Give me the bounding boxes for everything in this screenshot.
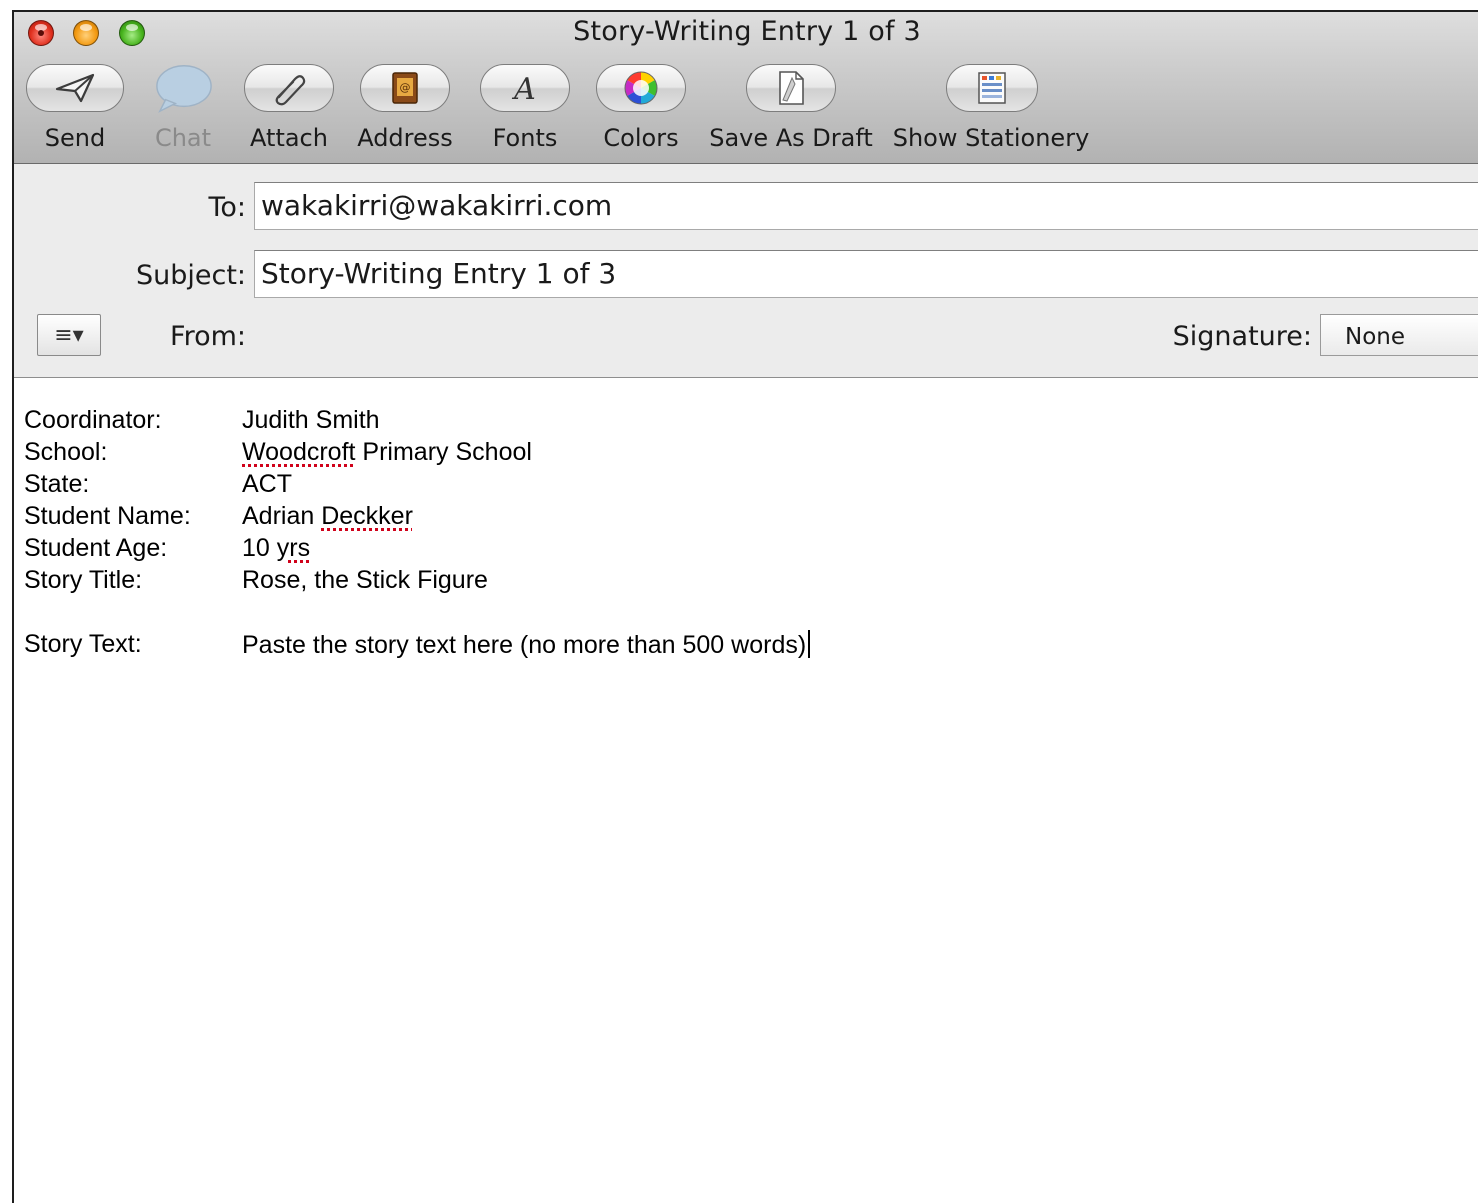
misspelled-word[interactable]: Woodcroft <box>242 438 355 466</box>
from-label: From: <box>170 321 246 352</box>
signature-value: None <box>1345 324 1406 350</box>
misspelled-word[interactable]: yrs <box>277 534 310 562</box>
subject-label: Subject: <box>135 260 246 291</box>
fonts-label: Fonts <box>492 124 558 152</box>
school-rest: Primary School <box>355 438 532 466</box>
story-text-label: Story Text: <box>24 630 142 658</box>
coordinator-label: Coordinator: <box>24 406 162 434</box>
save-as-draft-label: Save As Draft <box>709 124 873 152</box>
save-as-draft-pill[interactable] <box>746 64 836 112</box>
student-age-value: 10 yrs <box>242 534 310 563</box>
fonts-pill[interactable]: A <box>480 64 570 112</box>
colors-pill[interactable] <box>596 64 686 112</box>
address-label: Address <box>357 124 453 152</box>
student-age-label: Student Age: <box>24 534 168 562</box>
state-label: State: <box>24 470 90 498</box>
header-options-glyph: ≡▾ <box>54 322 84 348</box>
message-body[interactable]: Coordinator: Judith Smith School: Woodcr… <box>14 378 1478 1203</box>
font-letter-icon: A <box>511 72 536 105</box>
to-value: wakakirri@wakakirri.com <box>261 189 613 222</box>
attach-button[interactable]: Attach <box>242 64 336 154</box>
address-book-icon: @ <box>392 72 418 104</box>
school-value: Woodcroft Primary School <box>242 438 532 467</box>
subject-field[interactable]: Story-Writing Entry 1 of 3 <box>254 250 1478 298</box>
student-name-label: Student Name: <box>24 502 191 530</box>
misspelled-word[interactable]: Deckker <box>321 502 413 530</box>
student-first-name: Adrian <box>242 502 322 530</box>
colors-button[interactable]: Colors <box>594 64 688 154</box>
show-stationery-button[interactable]: Show Stationery <box>892 64 1090 154</box>
attach-pill[interactable] <box>244 64 334 112</box>
signature-label: Signature: <box>1172 321 1312 352</box>
save-as-draft-button[interactable]: Save As Draft <box>708 64 874 154</box>
title-toolbar-area: Story-Writing Entry 1 of 3 Send Chat Att… <box>14 12 1478 164</box>
compose-window: Story-Writing Entry 1 of 3 Send Chat Att… <box>12 10 1478 1203</box>
paperclip-icon <box>275 75 306 106</box>
to-field[interactable]: wakakirri@wakakirri.com <box>254 182 1478 230</box>
show-stationery-pill[interactable] <box>946 64 1038 112</box>
fonts-button[interactable]: A Fonts <box>478 64 572 154</box>
school-label: School: <box>24 438 108 466</box>
draft-document-icon <box>779 71 804 105</box>
stationery-icon <box>978 72 1006 104</box>
close-dot-icon <box>38 30 44 36</box>
chat-bubble-holder <box>154 64 214 113</box>
send-pill[interactable] <box>26 64 124 112</box>
attach-label: Attach <box>250 124 328 152</box>
student-age-number: 10 <box>242 534 277 562</box>
message-header: To: wakakirri@wakakirri.com Subject: Sto… <box>14 164 1478 378</box>
story-text-content: Paste the story text here (no more than … <box>242 631 807 659</box>
story-title-value: Rose, the Stick Figure <box>242 566 488 594</box>
student-name-value: Adrian Deckker <box>242 502 413 531</box>
colors-label: Colors <box>603 124 679 152</box>
header-options-menu-button[interactable]: ≡▾ <box>37 314 101 356</box>
svg-text:@: @ <box>400 81 411 94</box>
color-wheel-icon <box>624 71 658 105</box>
svg-text:A: A <box>511 72 536 105</box>
signature-select[interactable]: None <box>1320 314 1478 356</box>
chat-label: Chat <box>154 124 212 152</box>
story-title-label: Story Title: <box>24 566 143 594</box>
window-title: Story-Writing Entry 1 of 3 <box>573 16 921 47</box>
address-pill[interactable]: @ <box>360 64 450 112</box>
subject-value: Story-Writing Entry 1 of 3 <box>261 257 617 290</box>
text-caret <box>808 630 811 658</box>
address-button[interactable]: @ Address <box>354 64 456 154</box>
send-label: Send <box>44 124 106 152</box>
chat-button[interactable]: Chat <box>146 64 220 154</box>
story-text-value: Paste the story text here (no more than … <box>242 630 811 660</box>
coordinator-value: Judith Smith <box>242 406 380 434</box>
send-button[interactable]: Send <box>22 64 128 154</box>
to-label: To: <box>208 192 246 223</box>
speech-bubble-icon <box>156 65 212 113</box>
paper-plane-icon <box>55 73 95 103</box>
show-stationery-label: Show Stationery <box>892 124 1090 152</box>
state-value: ACT <box>242 470 292 498</box>
